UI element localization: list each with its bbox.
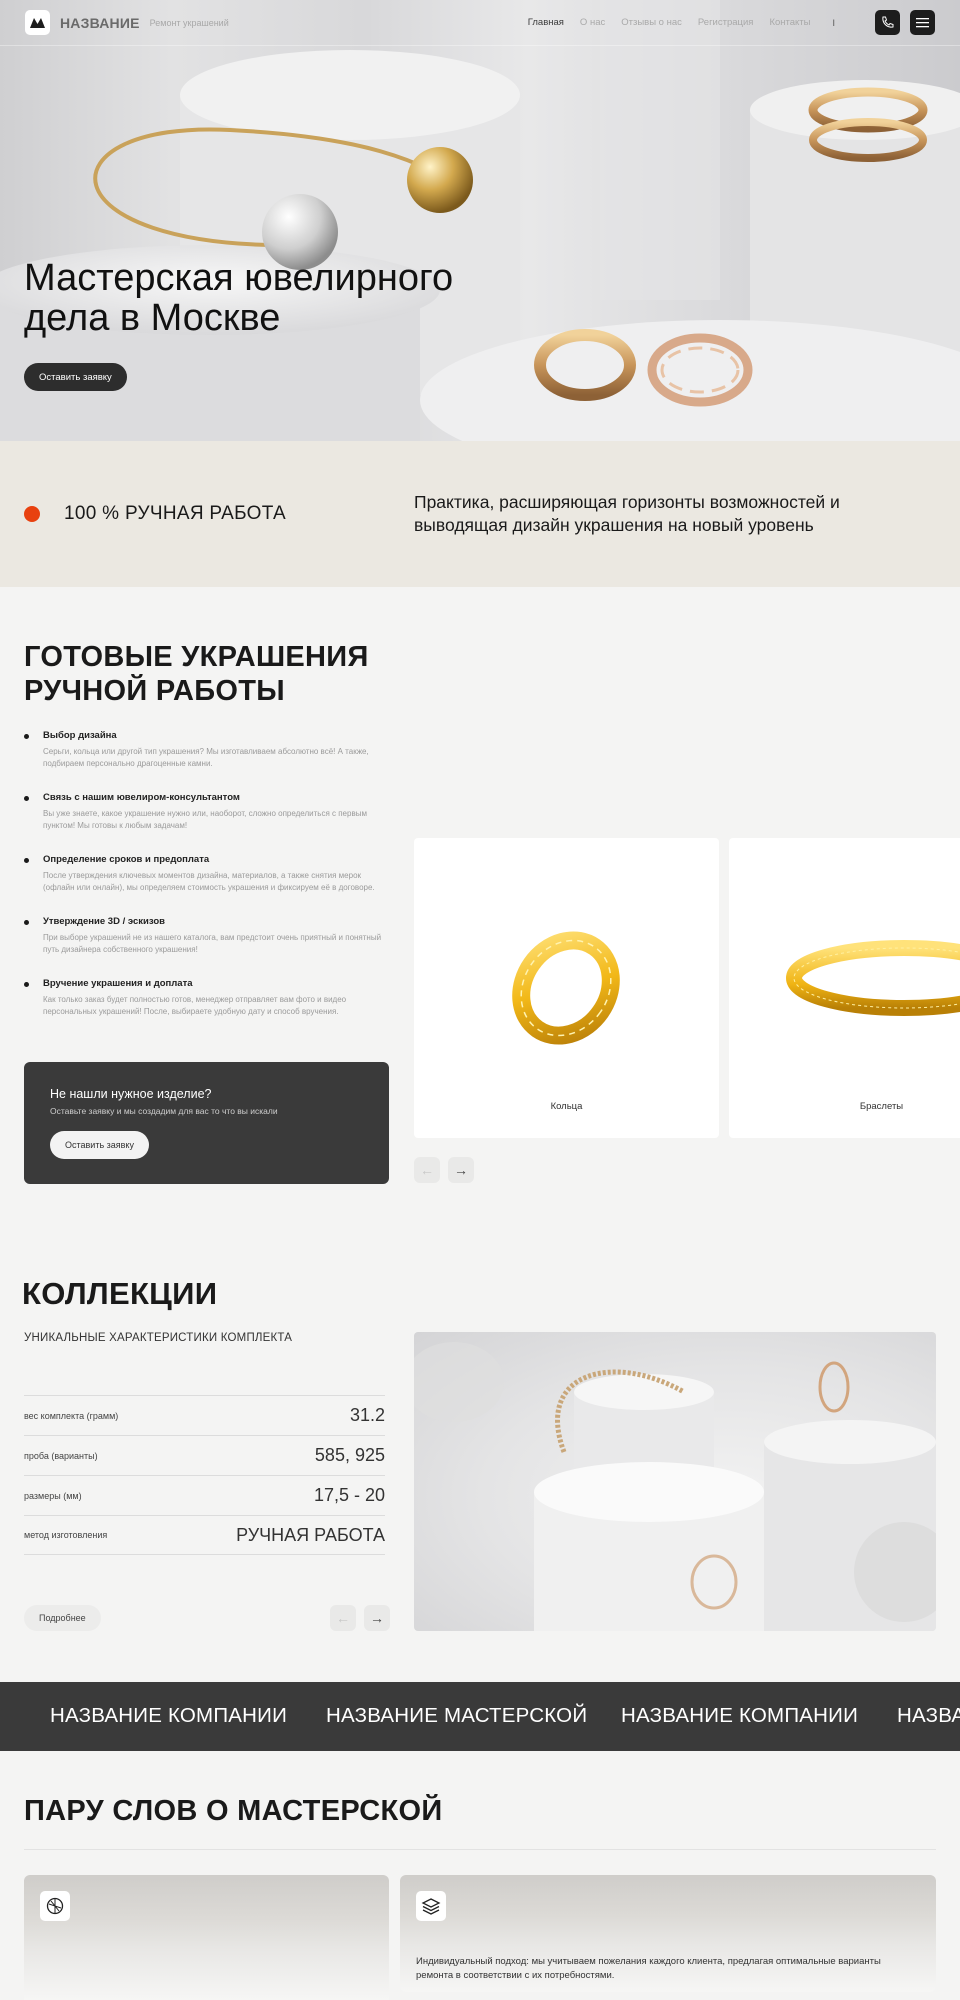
- spec-value: РУЧНАЯ РАБОТА: [236, 1524, 385, 1545]
- spec-value: 585, 925: [314, 1445, 385, 1465]
- collection-next-button[interactable]: →: [364, 1605, 390, 1631]
- step-desc: При выборе украшений не из нашего катало…: [43, 933, 382, 954]
- menu-icon: [916, 18, 929, 28]
- step-item: Связь с нашим ювелиром-консультантом Вы …: [24, 792, 389, 831]
- brand-tagline: Ремонт украшений: [149, 17, 229, 28]
- spec-row: проба (варианты) 585, 925: [24, 1435, 385, 1475]
- not-found-cta: Не нашли нужное изделие? Оставьте заявку…: [24, 1062, 389, 1184]
- nav-item-home[interactable]: Главная: [528, 17, 564, 28]
- step-desc: Серьги, кольца или другой тип украшения?…: [43, 747, 369, 768]
- diamond-icon: [40, 1891, 70, 1921]
- hero-jewelry-image: [0, 0, 960, 441]
- nav-item-about[interactable]: О нас: [580, 17, 605, 28]
- feature-band: 100 % РУЧНАЯ РАБОТА Практика, расширяюща…: [0, 441, 960, 587]
- process-steps: Выбор дизайна Серьги, кольца или другой …: [24, 730, 389, 1040]
- collection-image: [414, 1332, 936, 1631]
- marquee-item: НАЗВАНИЕ МАСТЕРСКОЙ: [326, 1704, 588, 1727]
- card-label: Кольца: [550, 1101, 583, 1112]
- step-title: Определение сроков и предоплата: [43, 854, 210, 865]
- spec-label: метод изготовления: [24, 1530, 108, 1540]
- collection-prev-button[interactable]: ←: [330, 1605, 356, 1631]
- step-desc: Вы уже знаете, какое украшение нужно или…: [43, 809, 367, 830]
- gold-bracelet-image: [786, 940, 960, 1016]
- practice-text: Практика, расширяющая горизонты возможно…: [414, 492, 840, 535]
- gold-ring-image: [512, 931, 620, 1045]
- cta-title: Не нашли нужное изделие?: [50, 1087, 212, 1101]
- brand-name[interactable]: НАЗВАНИЕ: [60, 15, 140, 31]
- marquee-item: НАЗВА: [897, 1704, 960, 1727]
- ready-section-title: ГОТОВЫЕ УКРАШЕНИЯ РУЧНОЙ РАБОТЫ: [24, 641, 369, 707]
- step-title: Утверждение 3D / эскизов: [43, 916, 165, 927]
- hero-section: Мастерская ювелирного дела в Москве Оста…: [0, 0, 960, 441]
- spec-value: 31.2: [349, 1405, 385, 1425]
- collections-title: КОЛЛЕКЦИИ: [22, 1276, 218, 1311]
- collection-jewelry-image: [414, 1342, 936, 1631]
- divider: [24, 1849, 936, 1850]
- nav-item-contacts[interactable]: Контакты: [769, 17, 810, 28]
- handmade-label: 100 % РУЧНАЯ РАБОТА: [64, 503, 286, 524]
- cta-request-button[interactable]: Оставить заявку: [50, 1131, 149, 1159]
- main-nav: Главная О нас Отзывы о нас Регистрация К…: [528, 17, 811, 28]
- category-card-bracelets[interactable]: Браслеты: [729, 838, 960, 1138]
- hero-title: Мастерская ювелирного дела в Москве: [24, 257, 454, 339]
- step-title: Выбор дизайна: [43, 730, 117, 741]
- layers-icon: [416, 1891, 446, 1921]
- step-item: Определение сроков и предоплата После ут…: [24, 854, 389, 893]
- nav-item-reviews[interactable]: Отзывы о нас: [621, 17, 682, 28]
- more-button[interactable]: Подробнее: [24, 1605, 101, 1631]
- category-card-rings[interactable]: Кольца: [414, 838, 719, 1138]
- step-title: Вручение украшения и доплата: [43, 978, 193, 989]
- brand-marquee: НАЗВАНИЕ КОМПАНИИ НАЗВАНИЕ МАСТЕРСКОЙ НА…: [0, 1682, 960, 1751]
- logo-icon[interactable]: [25, 10, 50, 35]
- spec-value: 17,5 - 20: [313, 1485, 385, 1505]
- menu-button[interactable]: [910, 10, 935, 35]
- spec-row: размеры (мм) 17,5 - 20: [24, 1475, 385, 1515]
- marquee-item: НАЗВАНИЕ КОМПАНИИ: [621, 1704, 859, 1727]
- spec-row: вес комплекта (грамм) 31.2: [24, 1395, 385, 1435]
- about-card-text: Индивидуальный подход: мы учитываем поже…: [416, 1956, 881, 1981]
- step-item: Утверждение 3D / эскизов При выборе укра…: [24, 916, 389, 955]
- spec-row: метод изготовления РУЧНАЯ РАБОТА: [24, 1515, 385, 1555]
- step-title: Связь с нашим ювелиром-консультантом: [43, 792, 240, 803]
- carousel-next-button[interactable]: →: [448, 1157, 474, 1183]
- step-item: Выбор дизайна Серьги, кольца или другой …: [24, 730, 389, 769]
- accent-dot-icon: [24, 506, 40, 522]
- language-indicator[interactable]: I: [832, 18, 835, 28]
- cta-desc: Оставьте заявку и мы создадим для вас то…: [50, 1106, 278, 1116]
- step-desc: После утверждения ключевых моментов диза…: [43, 871, 375, 892]
- spec-label: размеры (мм): [24, 1490, 82, 1501]
- site-header: НАЗВАНИЕ Ремонт украшений Главная О нас …: [0, 0, 960, 46]
- card-label: Браслеты: [859, 1101, 904, 1112]
- about-card-2: Индивидуальный подход: мы учитываем поже…: [400, 1875, 936, 1992]
- spec-label: вес комплекта (грамм): [24, 1410, 119, 1421]
- about-card-1: [24, 1875, 389, 2000]
- spec-label: проба (варианты): [24, 1450, 98, 1461]
- marquee-item: НАЗВАНИЕ КОМПАНИИ: [50, 1704, 288, 1727]
- nav-item-register[interactable]: Регистрация: [698, 17, 754, 28]
- step-item: Вручение украшения и доплата Как только …: [24, 978, 389, 1017]
- phone-button[interactable]: [875, 10, 900, 35]
- about-title: ПАРУ СЛОВ О МАСТЕРСКОЙ: [24, 1795, 443, 1827]
- hero-request-button[interactable]: Оставить заявку: [24, 363, 127, 391]
- step-desc: Как только заказ будет полностью готов, …: [43, 995, 347, 1016]
- carousel-prev-button[interactable]: ←: [414, 1157, 440, 1183]
- collections-subtitle: УНИКАЛЬНЫЕ ХАРАКТЕРИСТИКИ КОМПЛЕКТА: [24, 1332, 293, 1344]
- phone-icon: [882, 16, 894, 28]
